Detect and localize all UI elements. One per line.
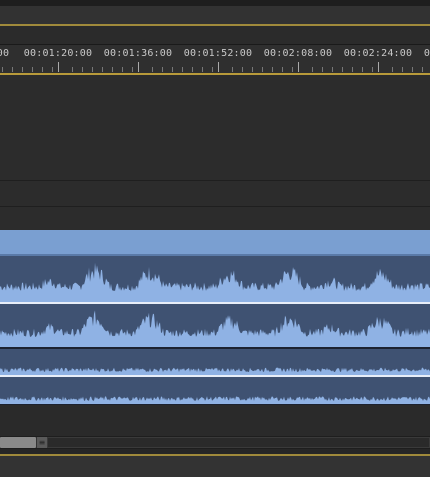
ruler-tick (92, 67, 93, 72)
waveform-shape (0, 396, 430, 404)
video-track-empty[interactable] (0, 75, 430, 181)
ruler-timecode: 00:01:20:00 (23, 48, 93, 59)
ruler-tick (72, 67, 73, 72)
top-panel-bar (0, 6, 430, 24)
horizontal-scrollbar[interactable]: ≡ (0, 436, 430, 449)
ruler-tick (272, 67, 273, 72)
waveform-channel-4[interactable] (0, 377, 430, 404)
ruler-tick (112, 67, 113, 72)
waveform-channel-2[interactable] (0, 304, 430, 347)
ruler-tick (298, 62, 299, 72)
waveform-graph (0, 396, 430, 404)
waveform-shape (0, 262, 430, 302)
waveform-channel-1[interactable] (0, 256, 430, 302)
waveform-shape (0, 367, 430, 375)
video-track-empty[interactable] (0, 181, 430, 207)
ruler-timecode: 00:01:52:00 (183, 48, 253, 59)
ruler-tick (192, 67, 193, 72)
ruler-tick (42, 67, 43, 72)
ruler-tick (58, 62, 59, 72)
bottom-panel-bar (0, 456, 430, 477)
ruler-tick (152, 67, 153, 72)
ruler-timecode: 0 (423, 48, 430, 59)
audio-track-empty[interactable] (0, 207, 430, 230)
ruler-tick (352, 67, 353, 72)
scrollbar-thumb[interactable] (0, 437, 36, 448)
ruler-tick (322, 67, 323, 72)
ruler-timecode: 00 (0, 48, 10, 59)
ruler-tick (122, 67, 123, 72)
ruler-tick (202, 67, 203, 72)
waveform-graph (0, 310, 430, 347)
ruler-tick (52, 67, 53, 72)
ruler-tick (378, 62, 379, 72)
ruler-tick (332, 67, 333, 72)
ruler-tick (292, 67, 293, 72)
ruler-tick (232, 67, 233, 72)
ruler-tick (312, 67, 313, 72)
ruler-tick (372, 67, 373, 72)
scrollbar-track[interactable] (47, 437, 430, 448)
ruler-tick (102, 67, 103, 72)
ruler-tick (32, 67, 33, 72)
ruler-tick (362, 67, 363, 72)
ruler-timecode: 00:02:08:00 (263, 48, 333, 59)
ruler-tick (162, 67, 163, 72)
ruler-tick (412, 67, 413, 72)
waveform-graph (0, 262, 430, 302)
ruler-tick (22, 67, 23, 72)
ruler-tick (172, 67, 173, 72)
waveform-shape (0, 310, 430, 347)
ruler-tick (252, 67, 253, 72)
ruler-tick (402, 67, 403, 72)
ruler-tick (132, 67, 133, 72)
ruler-timecode: 00:01:36:00 (103, 48, 173, 59)
waveform-graph (0, 367, 430, 375)
ruler-tick (422, 67, 423, 72)
time-ruler[interactable]: 00 00:01:20:00 00:01:36:00 00:01:52:00 0… (0, 45, 430, 73)
ruler-tick (282, 67, 283, 72)
ruler-tick (212, 67, 213, 72)
timeline-toolbar (0, 26, 430, 45)
ruler-tick (82, 67, 83, 72)
ruler-tick (242, 67, 243, 72)
ruler-tick (392, 67, 393, 72)
ruler-tick (2, 67, 3, 72)
timeline-empty-area[interactable] (0, 405, 430, 436)
ruler-tick (12, 67, 13, 72)
ruler-tick (342, 67, 343, 72)
ruler-tick (262, 67, 263, 72)
ruler-tick (218, 62, 219, 72)
waveform-channel-3[interactable] (0, 349, 430, 375)
ruler-timecode: 00:02:24:00 (343, 48, 413, 59)
grip-lines-icon[interactable]: ≡ (36, 437, 47, 448)
audio-clip-header[interactable] (0, 230, 430, 256)
ruler-tick (182, 67, 183, 72)
ruler-tick (138, 62, 139, 72)
